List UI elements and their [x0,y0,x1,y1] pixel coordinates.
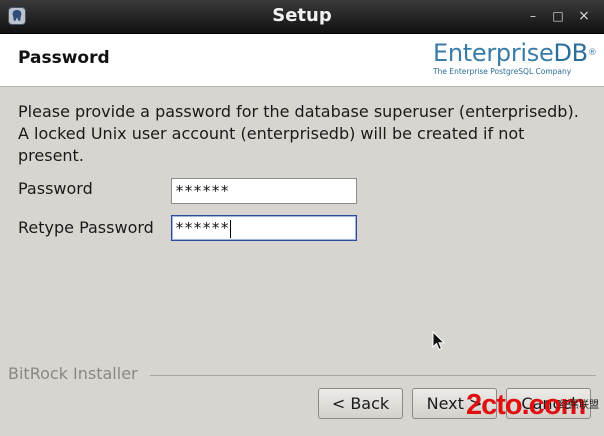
installer-label: BitRock Installer [8,364,142,383]
footer-divider [150,375,596,376]
logo-text: Enterprise [433,39,554,67]
logo-registered-mark: ® [587,48,597,58]
retype-password-value: ****** [175,219,230,237]
window-title: Setup [272,5,332,26]
page-title: Password [18,48,110,68]
retype-password-label: Retype Password [18,218,154,237]
watermark-logo: 2cto.com 红黑联盟 [466,389,599,421]
close-icon[interactable]: × [576,8,592,24]
enterprisedb-logo: EnterpriseDB® The Enterprise PostgreSQL … [433,39,597,80]
logo-tagline: The Enterprise PostgreSQL Company [433,67,572,76]
retype-password-field[interactable]: ****** [171,215,357,241]
title-bar[interactable]: Setup – □ × [0,0,604,34]
mouse-pointer-icon [432,331,446,351]
watermark-subtext: 红黑联盟 [559,398,599,411]
maximize-icon[interactable]: □ [550,8,566,24]
page-header: Password EnterpriseDB® The Enterprise Po… [0,34,604,87]
minimize-icon[interactable]: – [525,8,541,24]
back-button[interactable]: < Back [318,388,403,419]
text-caret [230,219,232,238]
password-label: Password [18,179,93,198]
password-value: ****** [175,182,230,200]
password-field[interactable]: ****** [171,178,357,204]
logo-db: DB [553,39,588,67]
description-text: Please provide a password for the databa… [18,102,579,165]
